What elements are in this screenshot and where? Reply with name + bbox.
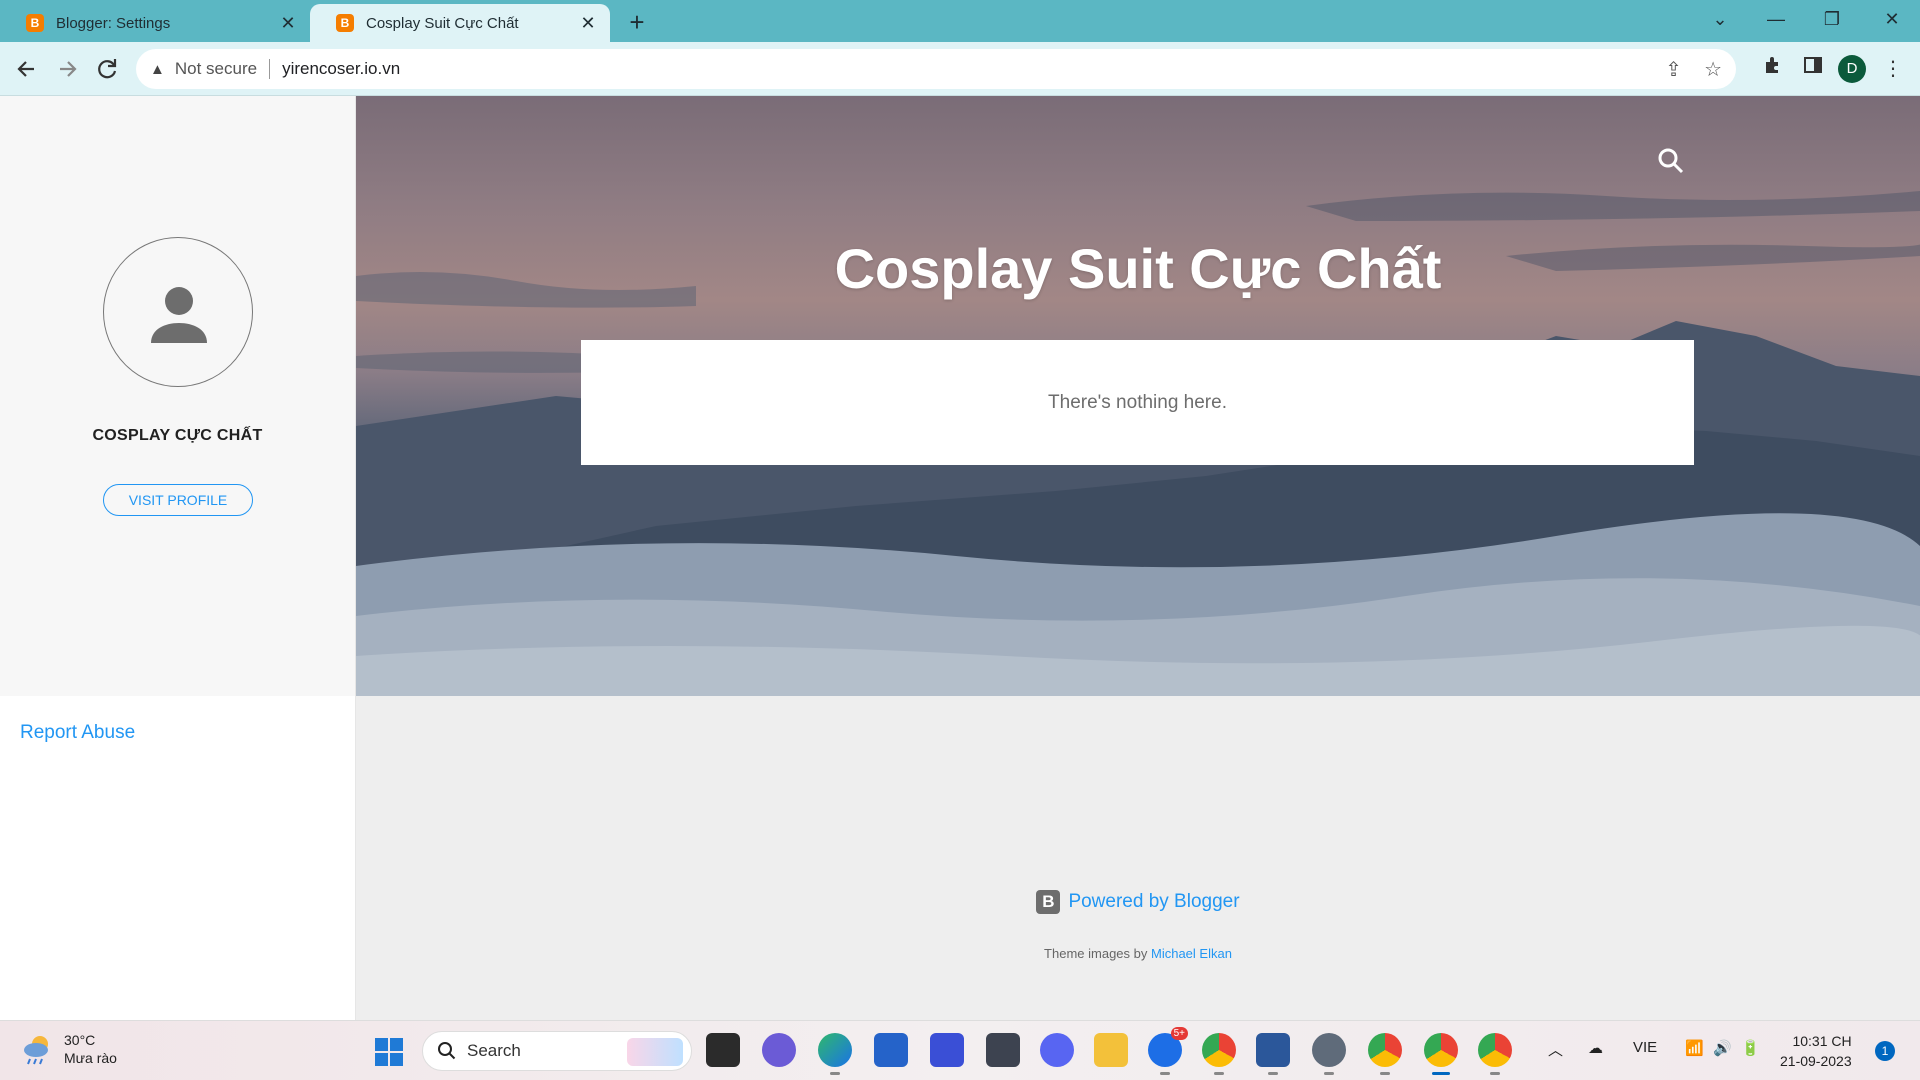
- chrome-active-icon[interactable]: [1424, 1033, 1458, 1075]
- onedrive-cloud-icon[interactable]: ☁: [1588, 1039, 1603, 1057]
- divider: [269, 59, 271, 79]
- tab-close-icon[interactable]: ✕: [278, 13, 298, 34]
- app-launcher-icon[interactable]: [930, 1033, 964, 1067]
- edge-browser-icon[interactable]: [818, 1033, 852, 1075]
- clock-time: 10:31 CH: [1792, 1033, 1852, 1049]
- volume-icon[interactable]: 🔊: [1713, 1039, 1732, 1057]
- extensions-puzzle-icon[interactable]: [1756, 52, 1790, 86]
- report-abuse-link[interactable]: Report Abuse: [20, 722, 135, 744]
- reload-button[interactable]: [90, 52, 124, 86]
- bookmark-star-icon[interactable]: ☆: [1704, 57, 1722, 82]
- profile-name: COSPLAY CỰC CHẤT: [92, 427, 263, 444]
- discord-icon[interactable]: [1040, 1033, 1074, 1067]
- task-view-icon[interactable]: [706, 1033, 740, 1067]
- forward-button[interactable]: [50, 52, 84, 86]
- close-window-button[interactable]: ✕: [1864, 0, 1920, 38]
- url-text[interactable]: yirencoser.io.vn: [282, 59, 400, 79]
- weather-widget[interactable]: 30°C Mưa rào: [20, 1031, 117, 1067]
- search-icon[interactable]: [1656, 146, 1686, 176]
- profile-avatar-placeholder[interactable]: [103, 237, 253, 387]
- tab-title: Blogger: Settings: [56, 14, 171, 32]
- word-icon[interactable]: [1256, 1033, 1290, 1075]
- wifi-icon[interactable]: 📶: [1685, 1039, 1704, 1057]
- side-panel-icon[interactable]: [1796, 52, 1830, 86]
- new-tab-button[interactable]: +: [620, 6, 654, 40]
- blog-footer: B Powered by Blogger Theme images by Mic…: [356, 696, 1920, 1020]
- clock-date: 21-09-2023: [1780, 1053, 1852, 1069]
- warning-triangle-icon[interactable]: ▲: [150, 61, 165, 78]
- windows-taskbar: 30°C Mưa rào Search 5+ ︿ ☁ VIE 📶 🔊 🔋 10:…: [0, 1020, 1920, 1080]
- weather-temp: 30°C: [64, 1032, 96, 1048]
- address-bar[interactable]: ▲ Not secure yirencoser.io.vn ⇪ ☆: [136, 49, 1736, 89]
- file-explorer-icon[interactable]: [1094, 1033, 1128, 1067]
- battery-icon[interactable]: 🔋: [1741, 1039, 1760, 1057]
- powered-by-link[interactable]: Powered by Blogger: [1068, 891, 1239, 913]
- theme-credit-prefix: Theme images by: [1044, 946, 1148, 961]
- reload-icon: [98, 59, 117, 79]
- powered-by-blogger[interactable]: B Powered by Blogger: [356, 890, 1920, 914]
- tab-strip: B Blogger: Settings ✕ B Cosplay Suit Cực…: [0, 0, 1920, 42]
- tab-title: Cosplay Suit Cực Chất: [366, 14, 519, 32]
- settings-gear-icon[interactable]: [1312, 1033, 1346, 1075]
- visit-profile-button[interactable]: VISIT PROFILE: [103, 484, 253, 516]
- profile-avatar[interactable]: D: [1838, 55, 1866, 83]
- share-icon[interactable]: ⇪: [1665, 57, 1682, 82]
- zalo-badge: 5+: [1170, 1027, 1188, 1040]
- chrome-profile-icon[interactable]: [1368, 1033, 1402, 1075]
- blogger-logo-icon: B: [1036, 890, 1061, 914]
- person-icon: [151, 287, 207, 343]
- blogger-favicon-icon: B: [26, 14, 44, 32]
- windows-logo-icon: [375, 1038, 403, 1066]
- tab-cosplay-suit[interactable]: B Cosplay Suit Cực Chất ✕: [310, 4, 610, 42]
- back-arrow-icon: [17, 61, 34, 77]
- taskbar-search-label: Search: [467, 1041, 521, 1060]
- restore-button[interactable]: ❐: [1804, 0, 1860, 38]
- profile-section: COSPLAY CỰC CHẤT VISIT PROFILE: [0, 96, 355, 696]
- search-highlight-icon: [627, 1038, 683, 1066]
- blog-title[interactable]: Cosplay Suit Cực Chất: [356, 236, 1920, 301]
- minimize-button[interactable]: —: [1748, 0, 1804, 38]
- start-button[interactable]: [374, 1037, 404, 1067]
- microsoft-store-icon[interactable]: [874, 1033, 908, 1067]
- back-button[interactable]: [10, 52, 44, 86]
- blogger-favicon-icon: B: [336, 14, 354, 32]
- browser-menu-icon[interactable]: ⋮: [1876, 52, 1910, 86]
- theme-author-link[interactable]: Michael Elkan: [1151, 946, 1232, 961]
- theme-credit: Theme images by Michael Elkan: [356, 946, 1920, 961]
- weather-condition: Mưa rào: [64, 1050, 117, 1066]
- chrome-profile-n-icon[interactable]: [1478, 1033, 1512, 1075]
- search-icon: [438, 1042, 456, 1060]
- chrome-icon[interactable]: [1202, 1033, 1236, 1075]
- forward-arrow-icon: [60, 61, 77, 77]
- tab-search-chevron-icon[interactable]: ⌄: [1692, 0, 1748, 38]
- blog-sidebar: COSPLAY CỰC CHẤT VISIT PROFILE Report Ab…: [0, 96, 356, 1020]
- taskbar-search[interactable]: Search: [422, 1031, 692, 1071]
- tray-overflow-chevron-icon[interactable]: ︿: [1548, 1039, 1563, 1060]
- app-cube-icon[interactable]: [986, 1033, 1020, 1067]
- empty-message: There's nothing here.: [1048, 391, 1227, 413]
- hero-header: Cosplay Suit Cực Chất There's nothing he…: [356, 96, 1920, 696]
- system-clock[interactable]: 10:31 CH 21-09-2023: [1780, 1031, 1852, 1071]
- zalo-icon[interactable]: 5+: [1148, 1027, 1188, 1075]
- teams-chat-icon[interactable]: [762, 1033, 796, 1067]
- notification-count[interactable]: 1: [1875, 1041, 1895, 1061]
- tab-close-icon[interactable]: ✕: [578, 13, 598, 34]
- browser-toolbar: ▲ Not secure yirencoser.io.vn ⇪ ☆ D ⋮: [0, 42, 1920, 96]
- tab-blogger-settings[interactable]: B Blogger: Settings ✕: [0, 4, 310, 42]
- security-label[interactable]: Not secure: [175, 59, 257, 79]
- input-language[interactable]: VIE: [1633, 1039, 1657, 1056]
- rain-cloud-icon: [24, 1036, 48, 1065]
- posts-container: There's nothing here.: [581, 340, 1694, 465]
